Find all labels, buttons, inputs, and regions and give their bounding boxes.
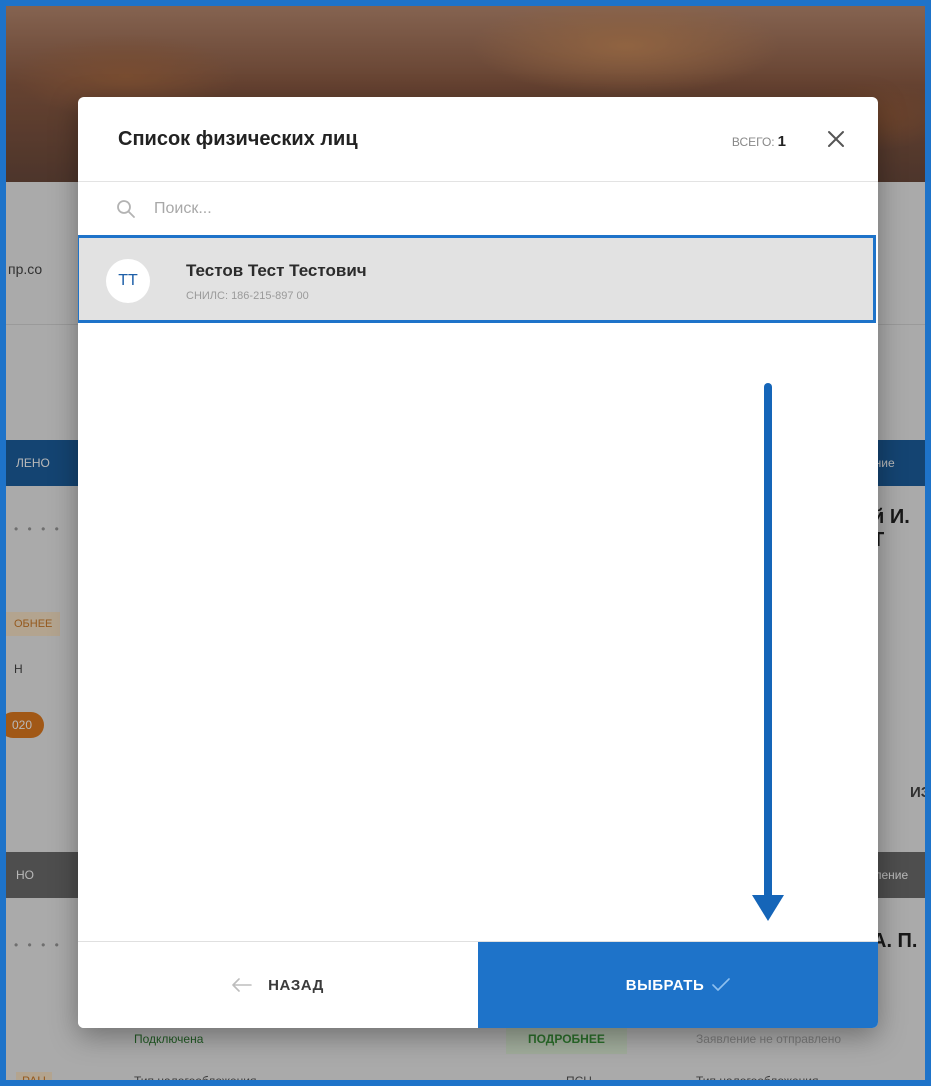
search-bar bbox=[78, 182, 878, 234]
dialog-title: Список физических лиц bbox=[118, 128, 358, 150]
person-snils: СНИЛС: 186-215-897 00 bbox=[186, 290, 309, 302]
search-input[interactable] bbox=[152, 194, 756, 224]
total-counter: ВСЕГО: 1 bbox=[732, 133, 786, 150]
total-label: ВСЕГО: bbox=[731, 135, 775, 149]
close-button[interactable] bbox=[824, 127, 848, 151]
annotation-arrow-down-icon bbox=[752, 895, 784, 921]
back-button-label: НАЗАД bbox=[268, 976, 324, 994]
select-button[interactable]: ВЫБРАТЬ bbox=[478, 942, 878, 1028]
total-count: 1 bbox=[777, 133, 786, 150]
annotation-arrow-shaft bbox=[764, 383, 772, 903]
window-frame: пр.со ЛЕНО ение • • • • й И. Т ОБНЕЕ Н 0… bbox=[0, 0, 931, 1086]
dialog-footer: НАЗАД ВЫБРАТЬ bbox=[78, 941, 878, 1028]
back-button[interactable]: НАЗАД bbox=[78, 942, 478, 1028]
avatar: ТТ bbox=[106, 259, 150, 303]
close-icon bbox=[828, 131, 844, 147]
check-icon bbox=[712, 978, 731, 991]
person-name: Тестов Тест Тестович bbox=[186, 261, 367, 280]
arrow-left-icon bbox=[232, 978, 252, 992]
person-select-dialog: Список физических лиц ВСЕГО:1 ТТ Тестов … bbox=[78, 97, 878, 1028]
search-icon bbox=[117, 200, 135, 218]
select-button-label: ВЫБРАТЬ bbox=[625, 976, 705, 994]
list-item[interactable]: ТТ Тестов Тест Тестович СНИЛС: 186-215-8… bbox=[78, 235, 876, 323]
dialog-header: Список физических лиц ВСЕГО: 1 bbox=[78, 97, 878, 182]
